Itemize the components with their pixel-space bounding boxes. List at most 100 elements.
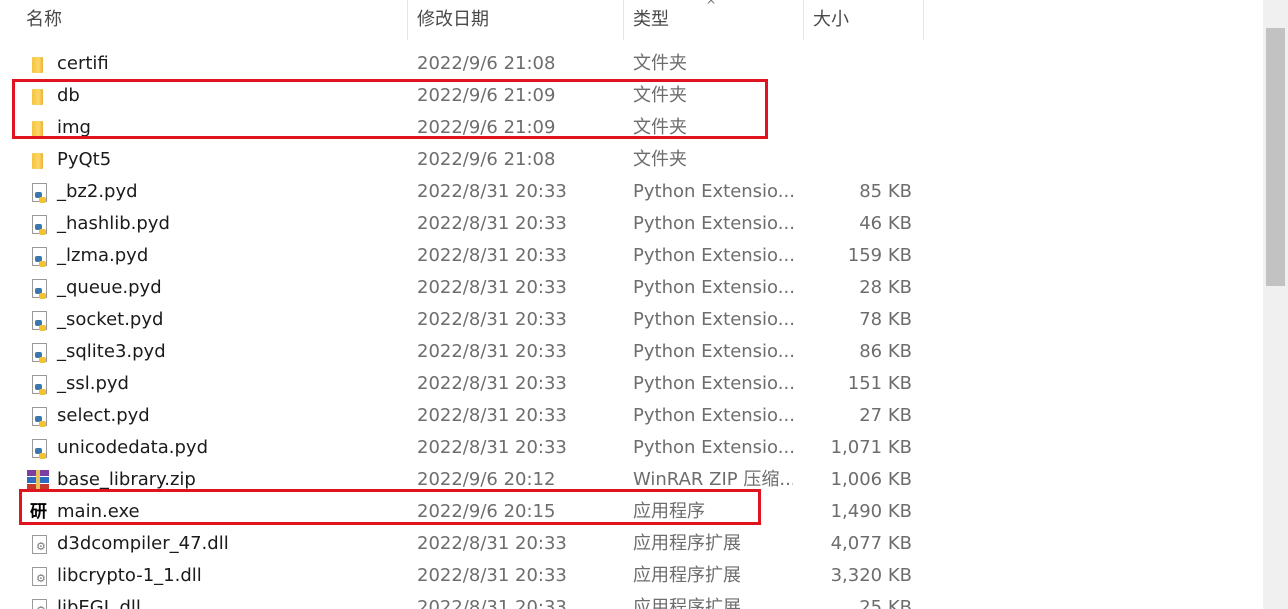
file-size: 28 KB xyxy=(859,277,912,298)
folder-icon xyxy=(26,117,50,139)
file-modified-date: 2022/8/31 20:33 xyxy=(417,277,567,298)
file-size: 151 KB xyxy=(847,373,912,394)
file-modified-date: 2022/9/6 20:12 xyxy=(417,469,556,490)
file-modified-date: 2022/9/6 20:15 xyxy=(417,501,556,522)
column-header-date[interactable]: 修改日期 xyxy=(407,0,624,40)
file-row[interactable]: select.pyd 2022/8/31 20:33 Python Extensio… xyxy=(0,400,1262,432)
file-modified-date: 2022/9/6 21:08 xyxy=(417,149,556,170)
file-modified-date: 2022/9/6 21:08 xyxy=(417,53,556,74)
column-header: 名称 修改日期 类型 大小 ^ xyxy=(0,0,1262,40)
file-modified-date: 2022/8/31 20:33 xyxy=(417,597,567,609)
file-size: 159 KB xyxy=(847,245,912,266)
file-name: main.exe xyxy=(57,501,140,522)
folder-icon xyxy=(26,85,50,107)
python-file-icon xyxy=(26,405,50,427)
file-row[interactable]: _bz2.pyd 2022/8/31 20:33 Python Extensio..… xyxy=(0,176,1262,208)
file-type: Python Extensio... xyxy=(633,181,793,202)
file-name: base_library.zip xyxy=(57,469,196,490)
file-type: 文件夹 xyxy=(633,85,687,106)
file-name: d3dcompiler_47.dll xyxy=(57,533,229,554)
file-type: Python Extensio... xyxy=(633,309,793,330)
file-size: 25 KB xyxy=(859,597,912,609)
python-file-icon xyxy=(26,309,50,331)
python-file-icon xyxy=(26,245,50,267)
file-row[interactable]: _ssl.pyd 2022/8/31 20:33 Python Extensio..… xyxy=(0,368,1262,400)
file-name: _lzma.pyd xyxy=(57,245,149,266)
file-modified-date: 2022/8/31 20:33 xyxy=(417,213,567,234)
dll-file-icon: ⚙ xyxy=(26,565,50,587)
file-modified-date: 2022/8/31 20:33 xyxy=(417,533,567,554)
file-size: 1,071 KB xyxy=(830,437,912,458)
file-type: Python Extensio... xyxy=(633,245,793,266)
file-modified-date: 2022/8/31 20:33 xyxy=(417,405,567,426)
file-type: Python Extensio... xyxy=(633,341,793,362)
file-row[interactable]: db 2022/9/6 21:09 文件夹 xyxy=(0,80,1262,112)
python-file-icon xyxy=(26,213,50,235)
file-row[interactable]: certifi 2022/9/6 21:08 文件夹 xyxy=(0,48,1262,80)
file-row[interactable]: PyQt5 2022/9/6 21:08 文件夹 xyxy=(0,144,1262,176)
file-name: _sqlite3.pyd xyxy=(57,341,166,362)
file-name: libcrypto-1_1.dll xyxy=(57,565,202,586)
file-type: 文件夹 xyxy=(633,117,687,138)
python-file-icon xyxy=(26,373,50,395)
scrollbar-thumb[interactable] xyxy=(1266,28,1285,286)
file-size: 1,006 KB xyxy=(830,469,912,490)
file-modified-date: 2022/8/31 20:33 xyxy=(417,309,567,330)
sort-ascending-icon: ^ xyxy=(706,0,717,12)
folder-icon xyxy=(26,149,50,171)
file-type: 应用程序 xyxy=(633,501,705,522)
file-name: certifi xyxy=(57,53,109,74)
file-row[interactable]: _socket.pyd 2022/8/31 20:33 Python Extensi… xyxy=(0,304,1262,336)
file-size: 46 KB xyxy=(859,213,912,234)
exe-icon: 研 xyxy=(30,502,47,522)
file-name: unicodedata.pyd xyxy=(57,437,208,458)
file-explorer: 名称 修改日期 类型 大小 ^ certifi 2022/9/6 21:08 文件夹… xyxy=(0,0,1288,609)
file-modified-date: 2022/8/31 20:33 xyxy=(417,565,567,586)
file-row[interactable]: 研 main.exe 2022/9/6 20:15 应用程序 1,490 KB xyxy=(0,496,1262,528)
file-type: Python Extensio... xyxy=(633,277,793,298)
file-type: 应用程序扩展 xyxy=(633,565,741,586)
file-type: 应用程序扩展 xyxy=(633,533,741,554)
file-type: 文件夹 xyxy=(633,53,687,74)
file-name: _queue.pyd xyxy=(57,277,162,298)
file-size: 85 KB xyxy=(859,181,912,202)
file-size: 27 KB xyxy=(859,405,912,426)
file-name: img xyxy=(57,117,91,138)
file-row[interactable]: base_library.zip 2022/9/6 20:12 WinRAR ZIP… xyxy=(0,464,1262,496)
file-row[interactable]: ⚙ d3dcompiler_47.dll 2022/8/31 20:33 应用程序扩展… xyxy=(0,528,1262,560)
python-file-icon xyxy=(26,341,50,363)
file-row[interactable]: _queue.pyd 2022/8/31 20:33 Python Extensio… xyxy=(0,272,1262,304)
file-size: 4,077 KB xyxy=(830,533,912,554)
file-name: _ssl.pyd xyxy=(57,373,129,394)
file-size: 86 KB xyxy=(859,341,912,362)
file-modified-date: 2022/9/6 21:09 xyxy=(417,85,556,106)
column-header-size[interactable]: 大小 xyxy=(803,0,924,40)
python-file-icon xyxy=(26,277,50,299)
file-modified-date: 2022/9/6 21:09 xyxy=(417,117,556,138)
file-modified-date: 2022/8/31 20:33 xyxy=(417,341,567,362)
file-modified-date: 2022/8/31 20:33 xyxy=(417,373,567,394)
file-name: _hashlib.pyd xyxy=(57,213,170,234)
file-row[interactable]: ⚙ libEGL.dll 2022/8/31 20:33 应用程序扩展 25 KB xyxy=(0,592,1262,609)
file-row[interactable]: _sqlite3.pyd 2022/8/31 20:33 Python Extens… xyxy=(0,336,1262,368)
file-list: certifi 2022/9/6 21:08 文件夹 db 2022/9/6 21:09… xyxy=(0,48,1262,609)
file-modified-date: 2022/8/31 20:33 xyxy=(417,245,567,266)
winrar-zip-icon xyxy=(26,469,50,491)
dll-file-icon: ⚙ xyxy=(26,533,50,555)
column-header-name[interactable]: 名称 xyxy=(16,0,408,40)
file-name: db xyxy=(57,85,80,106)
file-row[interactable]: ⚙ libcrypto-1_1.dll 2022/8/31 20:33 应用程序扩展 3… xyxy=(0,560,1262,592)
file-row[interactable]: _hashlib.pyd 2022/8/31 20:33 Python Extens… xyxy=(0,208,1262,240)
file-row[interactable]: img 2022/9/6 21:09 文件夹 xyxy=(0,112,1262,144)
folder-icon xyxy=(26,53,50,75)
file-name: PyQt5 xyxy=(57,149,112,170)
file-type: Python Extensio... xyxy=(633,213,793,234)
file-row[interactable]: _lzma.pyd 2022/8/31 20:33 Python Extensio.… xyxy=(0,240,1262,272)
file-type: 文件夹 xyxy=(633,149,687,170)
file-name: _bz2.pyd xyxy=(57,181,138,202)
file-type: 应用程序扩展 xyxy=(633,597,741,609)
file-name: select.pyd xyxy=(57,405,150,426)
file-row[interactable]: unicodedata.pyd 2022/8/31 20:33 Python Ext… xyxy=(0,432,1262,464)
file-size: 3,320 KB xyxy=(830,565,912,586)
python-file-icon xyxy=(26,181,50,203)
